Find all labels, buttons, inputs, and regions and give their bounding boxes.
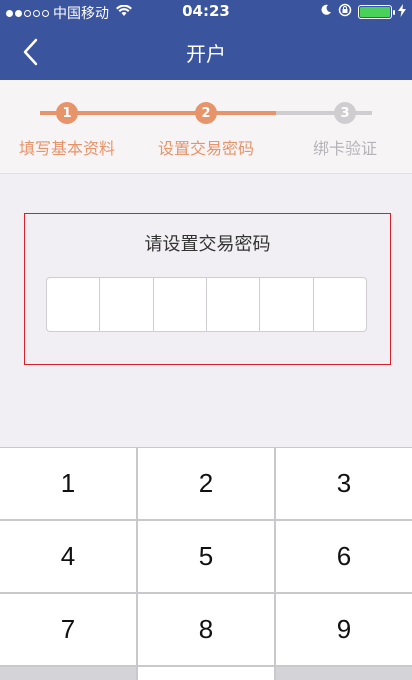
key-5[interactable]: 5 — [138, 521, 274, 592]
key-1[interactable]: 1 — [0, 448, 136, 519]
charging-icon — [398, 3, 406, 21]
password-cell[interactable] — [260, 278, 314, 331]
password-prompt: 请设置交易密码 — [144, 234, 271, 255]
status-bar: 中国移动 04:23 — [0, 0, 412, 24]
key-delete[interactable] — [276, 667, 412, 680]
password-cell[interactable] — [100, 278, 154, 331]
key-2[interactable]: 2 — [138, 448, 274, 519]
battery-fill — [360, 7, 390, 17]
step-3-circle: 3 — [334, 102, 356, 124]
password-section: 请设置交易密码 — [0, 175, 412, 447]
key-blank[interactable] — [0, 667, 136, 680]
password-cell[interactable] — [314, 278, 366, 331]
numeric-keypad: 1 2 3 4 5 6 7 8 9 — [0, 447, 412, 680]
key-7[interactable]: 7 — [0, 594, 136, 665]
password-cell[interactable] — [154, 278, 207, 331]
step-2-label: 设置交易密码 — [157, 139, 254, 158]
step-3-label: 绑卡验证 — [312, 139, 377, 158]
moon-icon — [320, 4, 332, 20]
step-1-label: 填写基本资料 — [18, 139, 115, 158]
rotation-lock-icon — [338, 3, 352, 21]
step-1-circle: 1 — [56, 102, 78, 124]
key-9[interactable]: 9 — [276, 594, 412, 665]
step-line-pending — [276, 111, 372, 115]
page-title: 开户 — [186, 42, 226, 66]
password-cell[interactable] — [47, 278, 101, 331]
password-box: 请设置交易密码 — [24, 213, 391, 365]
key-0[interactable] — [138, 667, 274, 680]
step-2-circle: 2 — [195, 102, 217, 124]
password-cell[interactable] — [207, 278, 261, 331]
key-8[interactable]: 8 — [138, 594, 274, 665]
key-3[interactable]: 3 — [276, 448, 412, 519]
nav-bar: 开户 — [0, 24, 412, 80]
status-right — [320, 3, 406, 21]
battery-icon — [358, 5, 395, 19]
key-4[interactable]: 4 — [0, 521, 136, 592]
key-6[interactable]: 6 — [276, 521, 412, 592]
password-input[interactable] — [46, 277, 367, 332]
step-progress: 1 2 3 填写基本资料 设置交易密码 绑卡验证 — [0, 80, 412, 174]
